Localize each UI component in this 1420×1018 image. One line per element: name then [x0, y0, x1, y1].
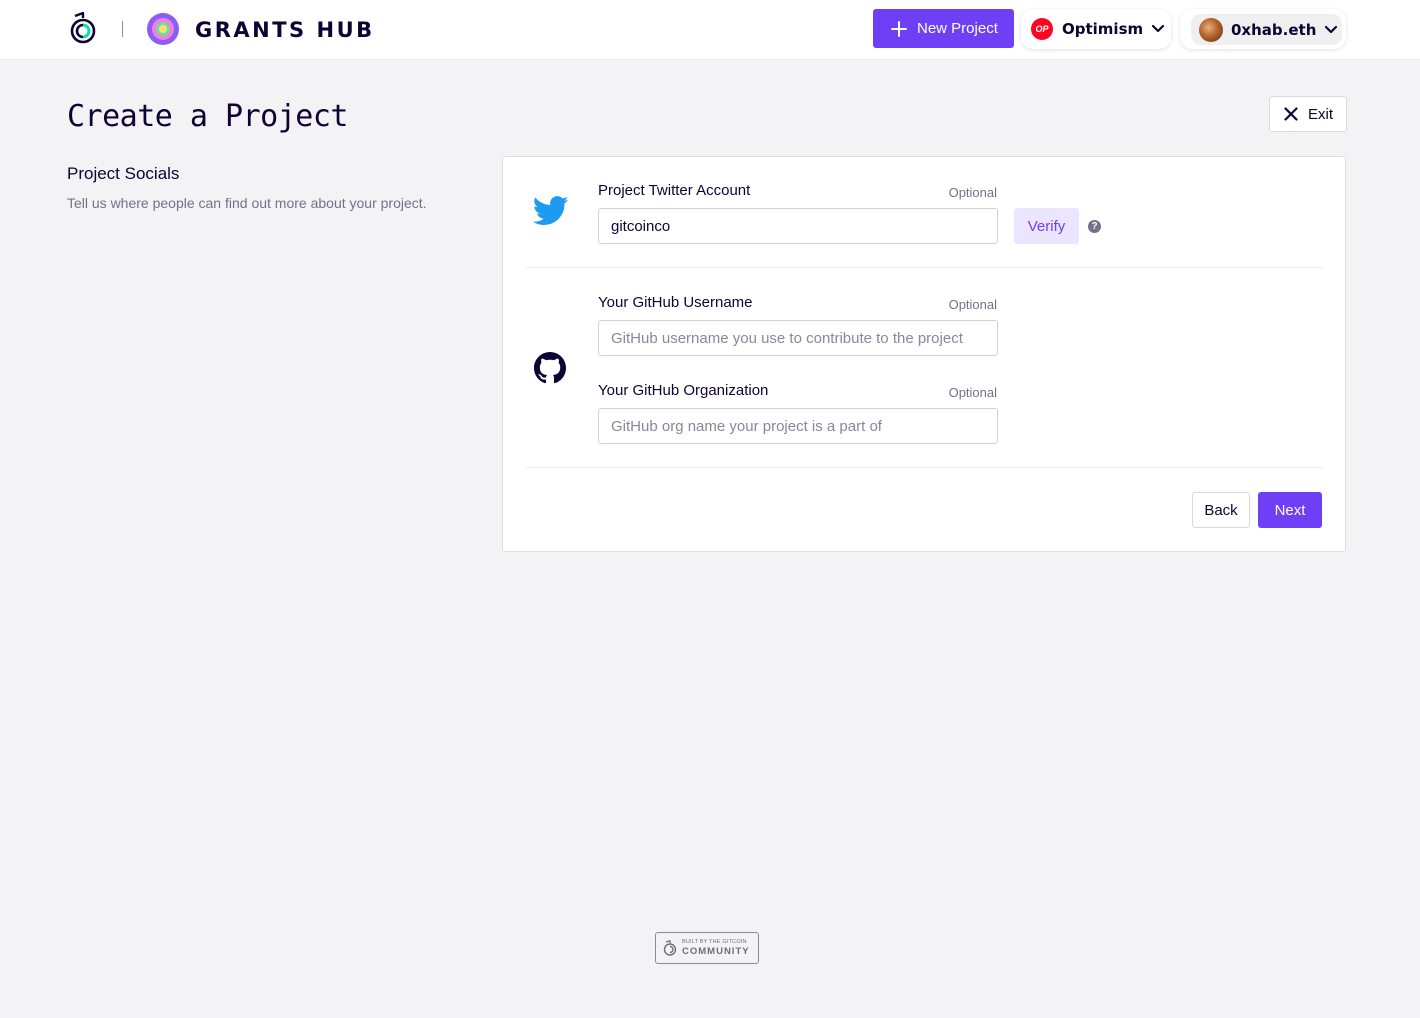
- logo-divider: [122, 21, 123, 37]
- top-nav: GRANTS HUB New Project OP Optimism 0xhab…: [0, 0, 1420, 60]
- help-icon[interactable]: ?: [1088, 220, 1101, 233]
- new-project-button[interactable]: New Project: [873, 9, 1014, 48]
- exit-button[interactable]: Exit: [1269, 96, 1347, 132]
- account-name: 0xhab.eth: [1231, 20, 1317, 39]
- plus-icon: [891, 20, 907, 37]
- brand-title: GRANTS HUB: [195, 18, 375, 42]
- project-socials-form: Project Twitter Account Optional Verify …: [502, 156, 1346, 552]
- next-button[interactable]: Next: [1258, 492, 1322, 528]
- twitter-icon: [533, 196, 569, 225]
- section-description: Tell us where people can find out more a…: [67, 195, 427, 211]
- divider: [526, 267, 1323, 268]
- github-username-optional-label: Optional: [948, 297, 997, 312]
- new-project-label: New Project: [917, 20, 998, 37]
- chevron-down-icon: [1152, 24, 1165, 33]
- account-menu[interactable]: 0xhab.eth: [1180, 9, 1346, 49]
- section-title: Project Socials: [67, 164, 180, 183]
- footer-text: BUILT BY THE GITCOIN COMMUNITY: [682, 939, 750, 957]
- github-username-label: Your GitHub Username: [598, 294, 753, 311]
- verify-button[interactable]: Verify: [1014, 208, 1079, 244]
- back-button[interactable]: Back: [1192, 492, 1250, 528]
- footer-small-text: BUILT BY THE GITCOIN: [682, 939, 747, 945]
- gitcoin-logo-icon[interactable]: [68, 12, 100, 46]
- twitter-optional-label: Optional: [948, 185, 997, 200]
- grants-hub-logo-icon[interactable]: [146, 12, 180, 46]
- optimism-icon: OP: [1031, 18, 1053, 40]
- github-username-input[interactable]: [598, 320, 998, 356]
- github-org-label: Your GitHub Organization: [598, 382, 769, 399]
- avatar: [1199, 17, 1223, 42]
- close-icon: [1284, 107, 1298, 121]
- network-selector[interactable]: OP Optimism: [1021, 9, 1171, 49]
- account-button[interactable]: 0xhab.eth: [1191, 14, 1342, 45]
- github-org-optional-label: Optional: [948, 385, 997, 400]
- built-by-gitcoin-badge[interactable]: BUILT BY THE GITCOIN COMMUNITY: [655, 932, 759, 964]
- gitcoin-small-icon: [663, 939, 677, 956]
- divider: [526, 467, 1323, 468]
- twitter-label: Project Twitter Account: [598, 182, 751, 199]
- exit-label: Exit: [1308, 105, 1334, 123]
- chevron-down-icon: [1325, 25, 1338, 33]
- page-title: Create a Project: [67, 99, 348, 134]
- network-name: Optimism: [1062, 20, 1144, 38]
- footer-big-text: COMMUNITY: [682, 945, 750, 957]
- github-icon: [534, 352, 566, 384]
- twitter-input[interactable]: [598, 208, 998, 244]
- github-org-input[interactable]: [598, 408, 998, 444]
